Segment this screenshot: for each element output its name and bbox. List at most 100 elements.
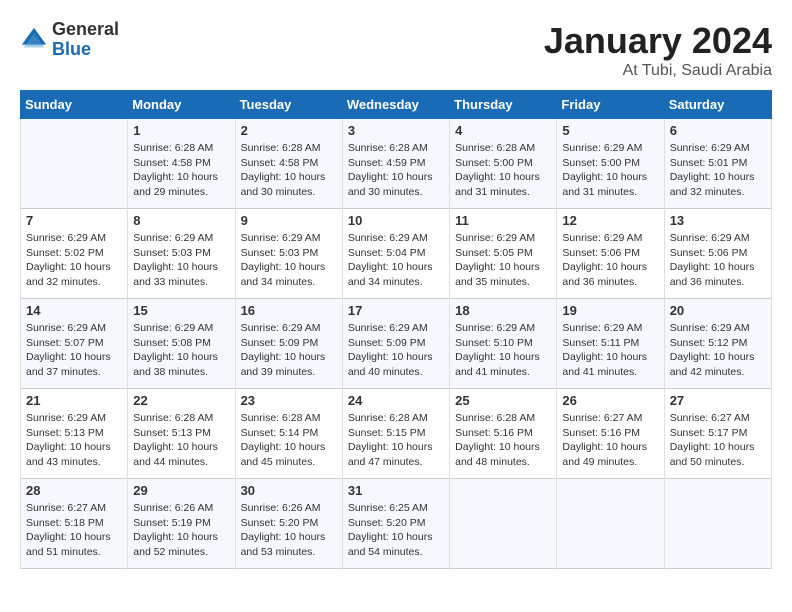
cell-info: Sunrise: 6:29 AMSunset: 5:09 PMDaylight:… <box>348 321 444 380</box>
cell-info: Sunrise: 6:29 AMSunset: 5:01 PMDaylight:… <box>670 141 766 200</box>
day-number: 9 <box>241 213 337 228</box>
title-block: January 2024 At Tubi, Saudi Arabia <box>544 20 772 80</box>
cell-info: Sunrise: 6:29 AMSunset: 5:02 PMDaylight:… <box>26 231 122 290</box>
logo-text: General Blue <box>52 20 119 60</box>
cell-info: Sunrise: 6:28 AMSunset: 4:59 PMDaylight:… <box>348 141 444 200</box>
day-number: 27 <box>670 393 766 408</box>
day-number: 16 <box>241 303 337 318</box>
day-number: 11 <box>455 213 551 228</box>
calendar-cell: 25Sunrise: 6:28 AMSunset: 5:16 PMDayligh… <box>450 389 557 479</box>
day-number: 30 <box>241 483 337 498</box>
calendar-cell: 24Sunrise: 6:28 AMSunset: 5:15 PMDayligh… <box>342 389 449 479</box>
header-day-tuesday: Tuesday <box>235 91 342 119</box>
calendar-cell: 22Sunrise: 6:28 AMSunset: 5:13 PMDayligh… <box>128 389 235 479</box>
calendar-cell: 3 Sunrise: 6:28 AMSunset: 4:59 PMDaylight… <box>342 119 449 209</box>
location: At Tubi, Saudi Arabia <box>544 62 772 80</box>
calendar-cell: 13Sunrise: 6:29 AMSunset: 5:06 PMDayligh… <box>664 209 771 299</box>
cell-info: Sunrise: 6:29 AMSunset: 5:03 PMDaylight:… <box>133 231 229 290</box>
day-number: 25 <box>455 393 551 408</box>
day-number: 29 <box>133 483 229 498</box>
header-day-wednesday: Wednesday <box>342 91 449 119</box>
week-row-4: 21Sunrise: 6:29 AMSunset: 5:13 PMDayligh… <box>21 389 772 479</box>
day-number: 15 <box>133 303 229 318</box>
cell-info: Sunrise: 6:26 AMSunset: 5:19 PMDaylight:… <box>133 501 229 560</box>
cell-info: Sunrise: 6:28 AMSunset: 5:13 PMDaylight:… <box>133 411 229 470</box>
day-number: 24 <box>348 393 444 408</box>
day-number: 5 <box>562 123 658 138</box>
calendar-cell: 2 Sunrise: 6:28 AMSunset: 4:58 PMDaylight… <box>235 119 342 209</box>
day-number: 10 <box>348 213 444 228</box>
cell-info: Sunrise: 6:28 AMSunset: 5:00 PMDaylight:… <box>455 141 551 200</box>
calendar-cell: 18 Sunrise: 6:29 AMSunset: 5:10 PMDayligh… <box>450 299 557 389</box>
calendar-cell <box>450 479 557 569</box>
calendar-header-row: SundayMondayTuesdayWednesdayThursdayFrid… <box>21 91 772 119</box>
logo-icon <box>20 26 48 54</box>
calendar-cell: 6 Sunrise: 6:29 AMSunset: 5:01 PMDaylight… <box>664 119 771 209</box>
day-number: 28 <box>26 483 122 498</box>
day-number: 7 <box>26 213 122 228</box>
calendar-cell <box>21 119 128 209</box>
calendar-cell: 16 Sunrise: 6:29 AMSunset: 5:09 PMDayligh… <box>235 299 342 389</box>
week-row-3: 14Sunrise: 6:29 AMSunset: 5:07 PMDayligh… <box>21 299 772 389</box>
day-number: 14 <box>26 303 122 318</box>
logo-blue: Blue <box>52 39 91 59</box>
calendar-cell: 14Sunrise: 6:29 AMSunset: 5:07 PMDayligh… <box>21 299 128 389</box>
header-day-friday: Friday <box>557 91 664 119</box>
cell-info: Sunrise: 6:27 AMSunset: 5:18 PMDaylight:… <box>26 501 122 560</box>
header-day-monday: Monday <box>128 91 235 119</box>
header-day-sunday: Sunday <box>21 91 128 119</box>
calendar-cell: 15 Sunrise: 6:29 AMSunset: 5:08 PMDayligh… <box>128 299 235 389</box>
calendar-cell: 9 Sunrise: 6:29 AMSunset: 5:03 PMDaylight… <box>235 209 342 299</box>
cell-info: Sunrise: 6:28 AMSunset: 4:58 PMDaylight:… <box>133 141 229 200</box>
day-number: 19 <box>562 303 658 318</box>
calendar-cell: 5 Sunrise: 6:29 AMSunset: 5:00 PMDaylight… <box>557 119 664 209</box>
cell-info: Sunrise: 6:26 AMSunset: 5:20 PMDaylight:… <box>241 501 337 560</box>
cell-info: Sunrise: 6:27 AMSunset: 5:16 PMDaylight:… <box>562 411 658 470</box>
day-number: 1 <box>133 123 229 138</box>
day-number: 2 <box>241 123 337 138</box>
calendar-cell: 10Sunrise: 6:29 AMSunset: 5:04 PMDayligh… <box>342 209 449 299</box>
cell-info: Sunrise: 6:29 AMSunset: 5:05 PMDaylight:… <box>455 231 551 290</box>
day-number: 6 <box>670 123 766 138</box>
day-number: 3 <box>348 123 444 138</box>
calendar-cell: 12Sunrise: 6:29 AMSunset: 5:06 PMDayligh… <box>557 209 664 299</box>
month-title: January 2024 <box>544 20 772 62</box>
cell-info: Sunrise: 6:28 AMSunset: 5:14 PMDaylight:… <box>241 411 337 470</box>
calendar-cell: 20Sunrise: 6:29 AMSunset: 5:12 PMDayligh… <box>664 299 771 389</box>
day-number: 18 <box>455 303 551 318</box>
cell-info: Sunrise: 6:25 AMSunset: 5:20 PMDaylight:… <box>348 501 444 560</box>
cell-info: Sunrise: 6:29 AMSunset: 5:12 PMDaylight:… <box>670 321 766 380</box>
calendar-cell: 28 Sunrise: 6:27 AMSunset: 5:18 PMDayligh… <box>21 479 128 569</box>
calendar-cell: 1 Sunrise: 6:28 AMSunset: 4:58 PMDaylight… <box>128 119 235 209</box>
week-row-5: 28 Sunrise: 6:27 AMSunset: 5:18 PMDayligh… <box>21 479 772 569</box>
calendar-cell: 26 Sunrise: 6:27 AMSunset: 5:16 PMDayligh… <box>557 389 664 479</box>
day-number: 26 <box>562 393 658 408</box>
cell-info: Sunrise: 6:28 AMSunset: 4:58 PMDaylight:… <box>241 141 337 200</box>
calendar-cell: 7 Sunrise: 6:29 AMSunset: 5:02 PMDaylight… <box>21 209 128 299</box>
cell-info: Sunrise: 6:29 AMSunset: 5:06 PMDaylight:… <box>670 231 766 290</box>
cell-info: Sunrise: 6:29 AMSunset: 5:11 PMDaylight:… <box>562 321 658 380</box>
calendar-cell: 4Sunrise: 6:28 AMSunset: 5:00 PMDaylight… <box>450 119 557 209</box>
calendar-cell <box>664 479 771 569</box>
cell-info: Sunrise: 6:29 AMSunset: 5:06 PMDaylight:… <box>562 231 658 290</box>
day-number: 23 <box>241 393 337 408</box>
cell-info: Sunrise: 6:29 AMSunset: 5:08 PMDaylight:… <box>133 321 229 380</box>
logo: General Blue <box>20 20 119 60</box>
calendar-cell: 29 Sunrise: 6:26 AMSunset: 5:19 PMDayligh… <box>128 479 235 569</box>
cell-info: Sunrise: 6:29 AMSunset: 5:09 PMDaylight:… <box>241 321 337 380</box>
calendar-cell: 30 Sunrise: 6:26 AMSunset: 5:20 PMDayligh… <box>235 479 342 569</box>
calendar-cell <box>557 479 664 569</box>
header-day-thursday: Thursday <box>450 91 557 119</box>
day-number: 8 <box>133 213 229 228</box>
cell-info: Sunrise: 6:29 AMSunset: 5:10 PMDaylight:… <box>455 321 551 380</box>
day-number: 21 <box>26 393 122 408</box>
page-header: General Blue January 2024 At Tubi, Saudi… <box>20 20 772 80</box>
cell-info: Sunrise: 6:29 AMSunset: 5:03 PMDaylight:… <box>241 231 337 290</box>
cell-info: Sunrise: 6:29 AMSunset: 5:00 PMDaylight:… <box>562 141 658 200</box>
calendar-cell: 19 Sunrise: 6:29 AMSunset: 5:11 PMDayligh… <box>557 299 664 389</box>
calendar-cell: 21Sunrise: 6:29 AMSunset: 5:13 PMDayligh… <box>21 389 128 479</box>
cell-info: Sunrise: 6:27 AMSunset: 5:17 PMDaylight:… <box>670 411 766 470</box>
week-row-1: 1 Sunrise: 6:28 AMSunset: 4:58 PMDaylight… <box>21 119 772 209</box>
calendar-cell: 8 Sunrise: 6:29 AMSunset: 5:03 PMDaylight… <box>128 209 235 299</box>
week-row-2: 7 Sunrise: 6:29 AMSunset: 5:02 PMDaylight… <box>21 209 772 299</box>
